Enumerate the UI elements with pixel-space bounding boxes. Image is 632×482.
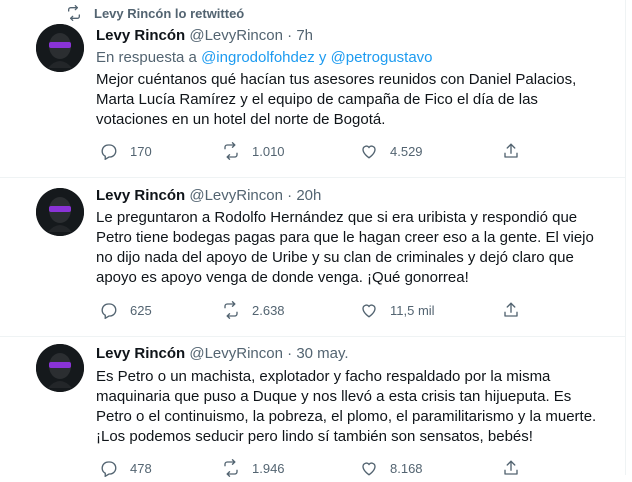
retweet-count: 1.946 [252, 460, 285, 476]
tweet-text-line: ¡Los podemos seducir pero lindo sí tambi… [96, 428, 533, 445]
share-button[interactable] [502, 301, 520, 324]
share-icon [504, 302, 518, 317]
heart-icon [362, 462, 376, 476]
tweet-text-line: Mejor cuéntanos qué hacían tus asesores … [96, 71, 577, 88]
share-icon [504, 143, 518, 158]
retweet-icon [224, 459, 238, 477]
tweet[interactable]: Levy Rincón @LevyRincon · 20h Le pregunt… [0, 178, 625, 336]
like-count: 8.168 [390, 460, 423, 476]
share-button[interactable] [502, 142, 520, 165]
tweet-header: Levy Rincón @LevyRincon · 20h [96, 186, 321, 206]
reply-button[interactable]: 625 [100, 301, 152, 319]
retweet-icon [224, 142, 238, 160]
display-name[interactable]: Levy Rincón [96, 27, 185, 44]
tweet-actions: 170 1.010 4.529 [96, 142, 526, 162]
timestamp[interactable]: 20h [296, 187, 321, 204]
reply-icon [101, 144, 117, 160]
avatar[interactable] [36, 188, 84, 236]
reply-mention-petrogustavo[interactable]: @petrogustavo [331, 49, 433, 66]
tweet-text-line: Marta Lucía Ramírez y el equipo de campa… [96, 91, 538, 108]
avatar[interactable] [36, 344, 84, 392]
separator-dot: · [287, 27, 293, 44]
tweet-text-line: votaciones en un hotel del norte de Bogo… [96, 111, 386, 128]
share-icon [504, 460, 518, 475]
user-handle[interactable]: @LevyRincon [189, 187, 283, 204]
reply-prefix: En respuesta a [96, 49, 197, 66]
heart-icon [362, 304, 376, 318]
tweet-text-line: Le preguntaron a Rodolfo Hernández que s… [96, 209, 578, 226]
avatar-image [36, 188, 84, 236]
like-count: 4.529 [390, 143, 423, 159]
tweet[interactable]: Levy Rincón lo retwitteó Levy Rincón @Le… [0, 0, 625, 180]
tweet[interactable]: Levy Rincón @LevyRincon · 30 may. Es Pet… [0, 337, 625, 477]
separator-dot: · [287, 345, 293, 362]
user-handle[interactable]: @LevyRincon [189, 27, 283, 44]
avatar-image [36, 24, 84, 72]
timestamp[interactable]: 7h [296, 27, 313, 44]
retweet-count: 2.638 [252, 302, 285, 318]
heart-icon [362, 145, 376, 159]
user-handle[interactable]: @LevyRincon [189, 345, 283, 362]
retweet-button[interactable]: 2.638 [222, 301, 285, 319]
timeline-border [625, 0, 626, 475]
tweet-text-line: no dijo nada del apoyo de Uribe y su cla… [96, 249, 574, 266]
retweet-context[interactable]: Levy Rincón lo retwitteó [66, 4, 244, 22]
reply-icon [101, 303, 117, 319]
tweet-text-line: Petro tiene bodegas pagas para que le ha… [96, 229, 594, 246]
retweet-button[interactable]: 1.946 [222, 459, 285, 477]
reply-button[interactable]: 170 [100, 142, 152, 160]
reply-icon [101, 461, 117, 477]
reply-and: y [318, 49, 327, 66]
avatar-image [36, 344, 84, 392]
tweet-text-line: Es Petro o un machista, explotador y fac… [96, 368, 551, 385]
avatar[interactable] [36, 24, 84, 72]
like-button[interactable]: 4.529 [360, 142, 423, 160]
tweet-text-line: Petro o el continuismo, la pobreza, el p… [96, 408, 597, 425]
retweet-icon [68, 5, 80, 21]
reply-context: En respuesta a @ingrodolfohdez y @petrog… [96, 48, 433, 68]
separator-dot: · [287, 187, 293, 204]
tweet-actions: 478 1.946 8.168 [96, 459, 526, 479]
retweet-label: Levy Rincón lo retwitteó [94, 5, 245, 21]
share-button[interactable] [502, 459, 520, 482]
tweet-text-line: apoyo es apoyo venga de donde venga. ¡Qu… [96, 269, 469, 286]
display-name[interactable]: Levy Rincón [96, 345, 185, 362]
like-count: 11,5 mil [390, 302, 435, 318]
retweet-count: 1.010 [252, 143, 285, 159]
timestamp[interactable]: 30 may. [296, 345, 348, 362]
tweet-header: Levy Rincón @LevyRincon · 30 may. [96, 344, 349, 364]
reply-button[interactable]: 478 [100, 459, 152, 477]
like-button[interactable]: 8.168 [360, 459, 423, 477]
display-name[interactable]: Levy Rincón [96, 187, 185, 204]
reply-count: 478 [130, 460, 152, 476]
reply-count: 625 [130, 302, 152, 318]
retweet-button[interactable]: 1.010 [222, 142, 285, 160]
tweet-text: Mejor cuéntanos qué hacían tus asesores … [96, 70, 616, 130]
tweet-text-line: maquinaria que puso a Duque y nos llevó … [96, 388, 572, 405]
tweet-text: Le preguntaron a Rodolfo Hernández que s… [96, 208, 616, 288]
tweet-text: Es Petro o un machista, explotador y fac… [96, 367, 616, 447]
tweet-actions: 625 2.638 11,5 mil [96, 301, 526, 321]
reply-mention-ingrodolfohdez[interactable]: @ingrodolfohdez [201, 49, 315, 66]
retweet-icon [224, 301, 238, 319]
tweet-header: Levy Rincón @LevyRincon · 7h [96, 26, 313, 46]
reply-count: 170 [130, 143, 152, 159]
like-button[interactable]: 11,5 mil [360, 301, 435, 319]
